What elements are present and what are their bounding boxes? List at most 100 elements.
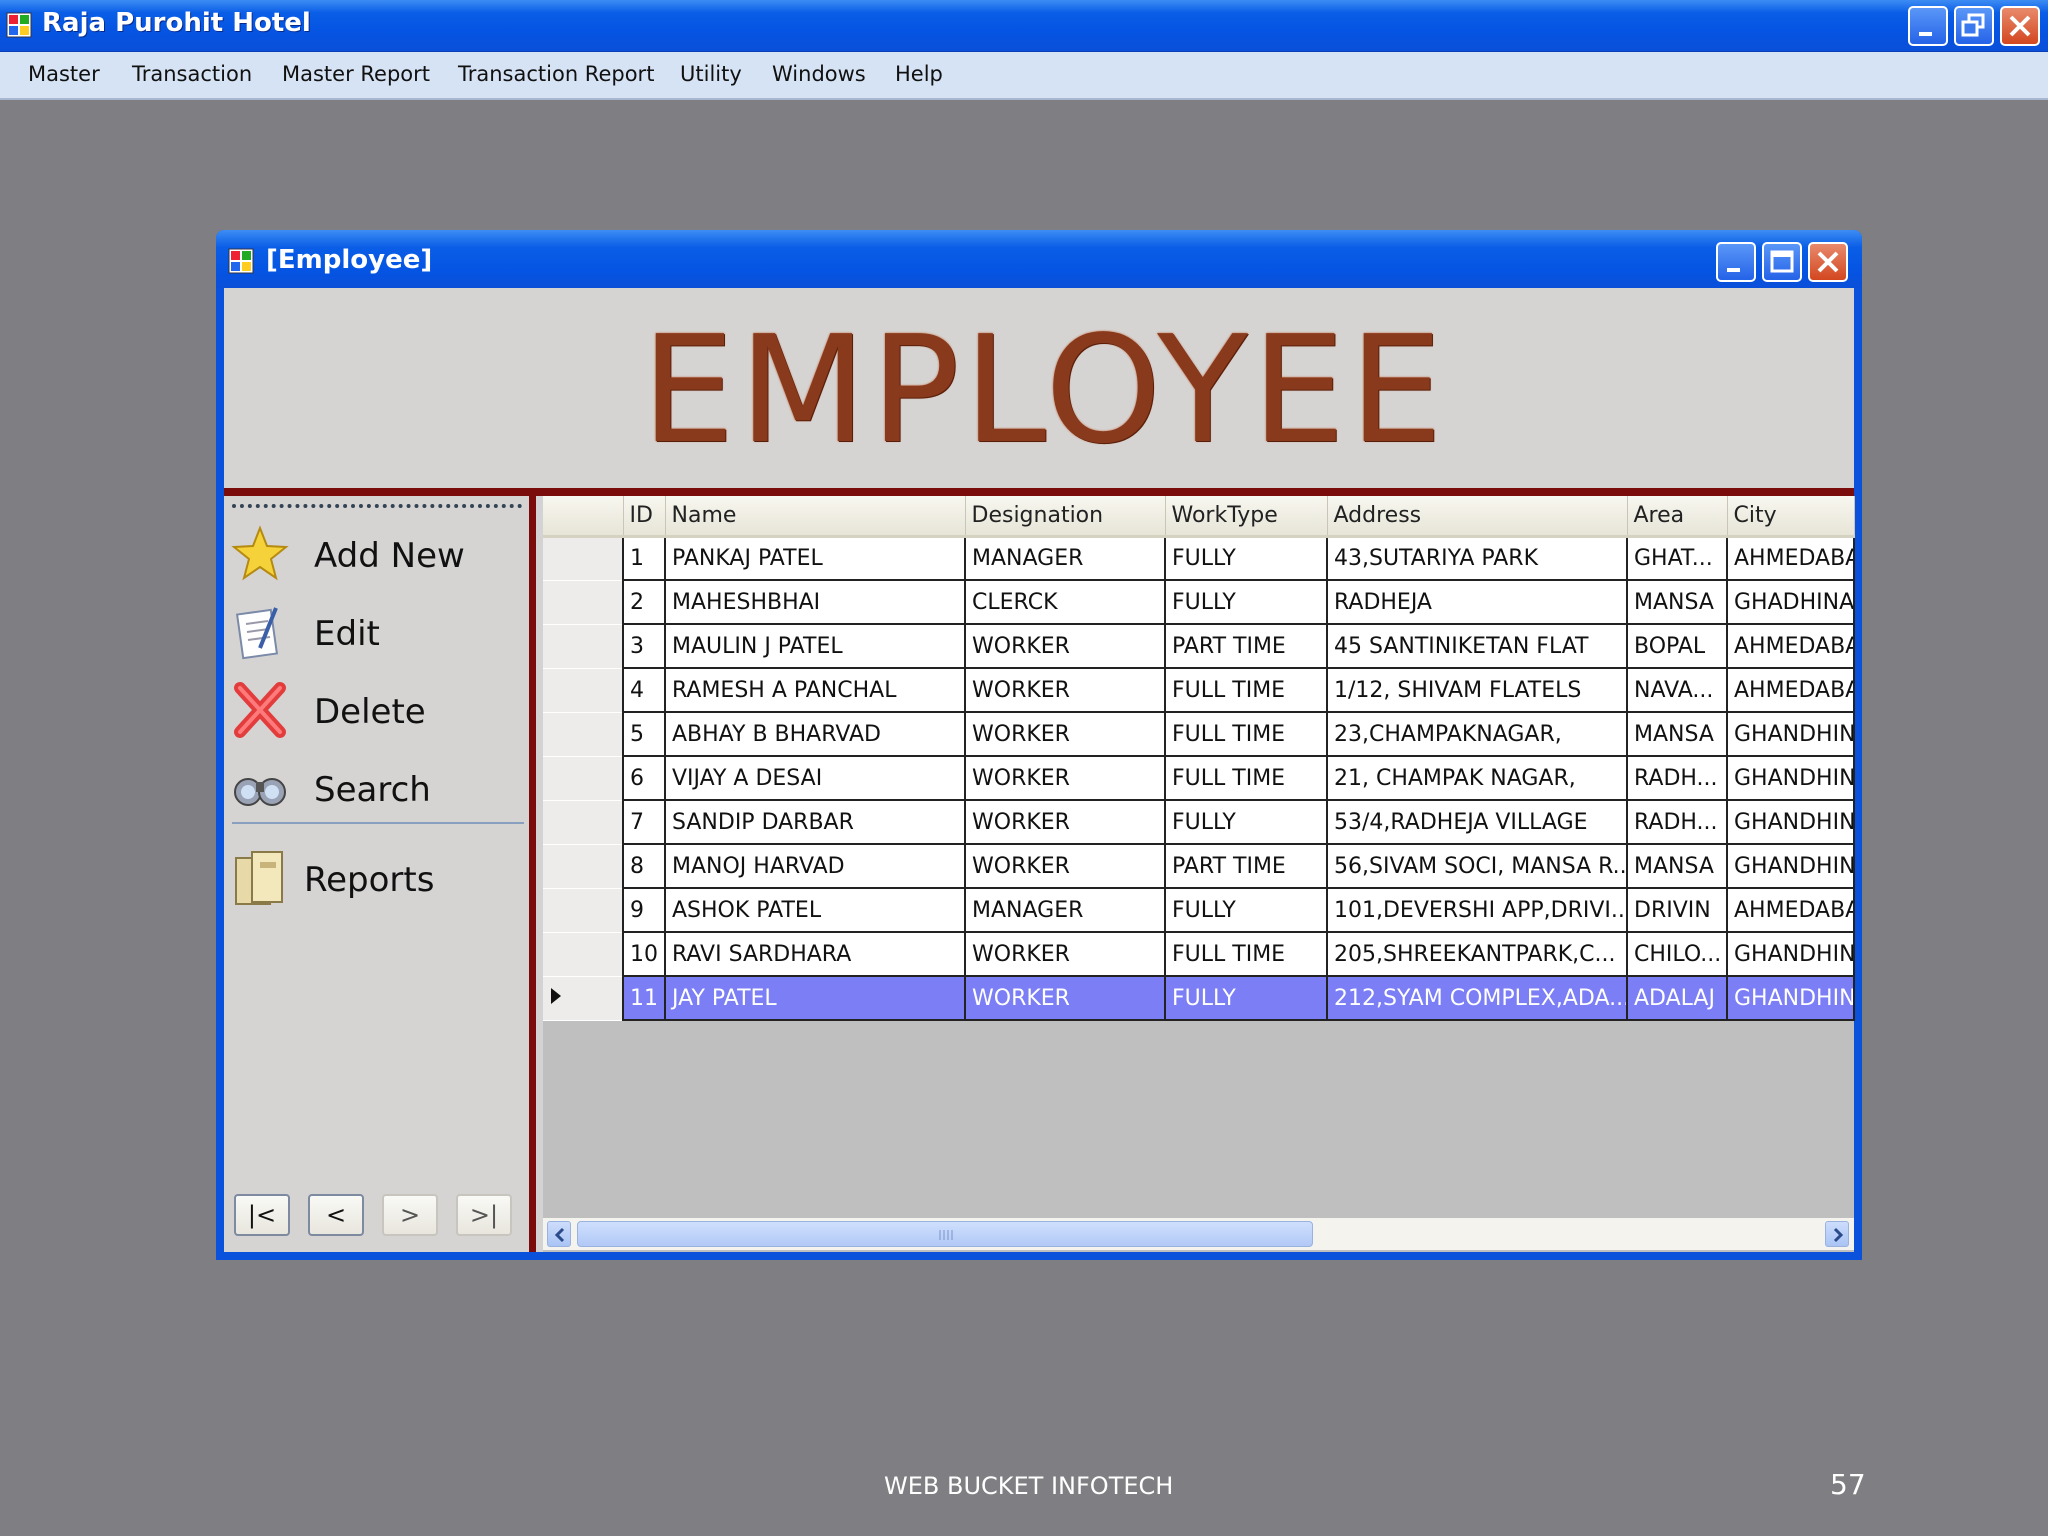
cell-city[interactable]: GHANDHIN bbox=[1726, 799, 1855, 845]
cell-designation[interactable]: WORKER bbox=[964, 975, 1166, 1021]
cell-address[interactable]: 21, CHAMPAK NAGAR, bbox=[1326, 755, 1628, 801]
column-header-address[interactable]: Address bbox=[1327, 496, 1628, 538]
cell-id[interactable]: 4 bbox=[622, 667, 666, 713]
column-header-designation[interactable]: Designation bbox=[965, 496, 1166, 538]
menu-help[interactable]: Help bbox=[895, 62, 943, 86]
column-header-id[interactable]: ID bbox=[623, 496, 666, 538]
cell-designation[interactable]: WORKER bbox=[964, 931, 1166, 977]
table-row[interactable]: 10 RAVI SARDHARA WORKER FULL TIME 205,SHREEK… bbox=[543, 931, 1855, 977]
cell-name[interactable]: MANOJ HARVAD bbox=[664, 843, 966, 889]
table-row[interactable]: 6 VIJAY A DESAI WORKER FULL TIME 21, CHAMPAK… bbox=[543, 755, 1855, 801]
delete-button[interactable]: Delete bbox=[230, 676, 526, 744]
cell-id[interactable]: 11 bbox=[622, 975, 666, 1021]
cell-name[interactable]: JAY PATEL bbox=[664, 975, 966, 1021]
table-row[interactable]: 8 MANOJ HARVAD WORKER PART TIME 56,SIVAM SOC… bbox=[543, 843, 1855, 889]
cell-address[interactable]: 56,SIVAM SOCI, MANSA R... bbox=[1326, 843, 1628, 889]
cell-address[interactable]: RADHEJA bbox=[1326, 579, 1628, 625]
cell-worktype[interactable]: PART TIME bbox=[1164, 843, 1328, 889]
cell-id[interactable]: 8 bbox=[622, 843, 666, 889]
cell-area[interactable]: RADH... bbox=[1626, 755, 1728, 801]
app-minimize-button[interactable] bbox=[1908, 6, 1948, 46]
cell-name[interactable]: RAMESH A PANCHAL bbox=[664, 667, 966, 713]
cell-id[interactable]: 9 bbox=[622, 887, 666, 933]
cell-worktype[interactable]: PART TIME bbox=[1164, 623, 1328, 669]
table-row[interactable]: 9 ASHOK PATEL MANAGER FULLY 101,DEVERSHI APP… bbox=[543, 887, 1855, 933]
menu-transaction[interactable]: Transaction bbox=[132, 62, 252, 86]
cell-id[interactable]: 6 bbox=[622, 755, 666, 801]
cell-worktype[interactable]: FULL TIME bbox=[1164, 931, 1328, 977]
cell-area[interactable]: ADALAJ bbox=[1626, 975, 1728, 1021]
cell-name[interactable]: SANDIP DARBAR bbox=[664, 799, 966, 845]
cell-worktype[interactable]: FULLY bbox=[1164, 535, 1328, 581]
column-header-city[interactable]: City bbox=[1727, 496, 1855, 538]
cell-city[interactable]: GHANDHIN bbox=[1726, 931, 1855, 977]
cell-city[interactable]: GHANDHIN bbox=[1726, 843, 1855, 889]
row-header[interactable] bbox=[543, 756, 623, 801]
row-header[interactable] bbox=[543, 580, 623, 625]
cell-city[interactable]: GHADHINA bbox=[1726, 579, 1855, 625]
table-row[interactable]: 11 JAY PATEL WORKER FULLY 212,SYAM COMPLEX,A… bbox=[543, 975, 1855, 1021]
row-header[interactable] bbox=[543, 976, 623, 1021]
nav-last-button[interactable]: >| bbox=[456, 1194, 512, 1236]
child-maximize-button[interactable] bbox=[1762, 242, 1802, 282]
cell-name[interactable]: MAULIN J PATEL bbox=[664, 623, 966, 669]
child-close-button[interactable] bbox=[1808, 242, 1848, 282]
cell-designation[interactable]: CLERCK bbox=[964, 579, 1166, 625]
nav-first-button[interactable]: |< bbox=[234, 1194, 290, 1236]
cell-name[interactable]: PANKAJ PATEL bbox=[664, 535, 966, 581]
cell-city[interactable]: AHMEDABA bbox=[1726, 623, 1855, 669]
cell-address[interactable]: 1/12, SHIVAM FLATELS bbox=[1326, 667, 1628, 713]
row-header[interactable] bbox=[543, 844, 623, 889]
cell-area[interactable]: CHILO... bbox=[1626, 931, 1728, 977]
nav-previous-button[interactable]: < bbox=[308, 1194, 364, 1236]
row-header[interactable] bbox=[543, 800, 623, 845]
cell-area[interactable]: GHAT... bbox=[1626, 535, 1728, 581]
cell-id[interactable]: 10 bbox=[622, 931, 666, 977]
menu-utility[interactable]: Utility bbox=[680, 62, 742, 86]
cell-address[interactable]: 101,DEVERSHI APP,DRIVI... bbox=[1326, 887, 1628, 933]
cell-id[interactable]: 1 bbox=[622, 535, 666, 581]
table-row[interactable]: 5 ABHAY B BHARVAD WORKER FULL TIME 23,CHAMPA… bbox=[543, 711, 1855, 757]
table-row[interactable]: 7 SANDIP DARBAR WORKER FULLY 53/4,RADHEJA VI… bbox=[543, 799, 1855, 845]
cell-name[interactable]: VIJAY A DESAI bbox=[664, 755, 966, 801]
nav-next-button[interactable]: > bbox=[382, 1194, 438, 1236]
cell-address[interactable]: 212,SYAM COMPLEX,ADA... bbox=[1326, 975, 1628, 1021]
cell-designation[interactable]: MANAGER bbox=[964, 535, 1166, 581]
cell-id[interactable]: 2 bbox=[622, 579, 666, 625]
cell-id[interactable]: 3 bbox=[622, 623, 666, 669]
cell-worktype[interactable]: FULLY bbox=[1164, 799, 1328, 845]
app-close-button[interactable] bbox=[2000, 6, 2040, 46]
row-header[interactable] bbox=[543, 624, 623, 669]
cell-area[interactable]: BOPAL bbox=[1626, 623, 1728, 669]
cell-designation[interactable]: WORKER bbox=[964, 755, 1166, 801]
table-row[interactable]: 3 MAULIN J PATEL WORKER PART TIME 45 SANTINI… bbox=[543, 623, 1855, 669]
column-header-area[interactable]: Area bbox=[1627, 496, 1728, 538]
cell-city[interactable]: AHMEDABA bbox=[1726, 667, 1855, 713]
row-header[interactable] bbox=[543, 536, 623, 581]
cell-area[interactable]: MANSA bbox=[1626, 579, 1728, 625]
search-button[interactable]: Search bbox=[230, 754, 526, 822]
cell-name[interactable]: ABHAY B BHARVAD bbox=[664, 711, 966, 757]
menu-windows[interactable]: Windows bbox=[772, 62, 866, 86]
row-header[interactable] bbox=[543, 668, 623, 713]
cell-address[interactable]: 45 SANTINIKETAN FLAT bbox=[1326, 623, 1628, 669]
column-header-name[interactable]: Name bbox=[665, 496, 966, 538]
cell-designation[interactable]: WORKER bbox=[964, 667, 1166, 713]
table-row[interactable]: 4 RAMESH A PANCHAL WORKER FULL TIME 1/12, SH… bbox=[543, 667, 1855, 713]
cell-area[interactable]: DRIVIN bbox=[1626, 887, 1728, 933]
cell-designation[interactable]: WORKER bbox=[964, 623, 1166, 669]
cell-designation[interactable]: WORKER bbox=[964, 843, 1166, 889]
cell-address[interactable]: 23,CHAMPAKNAGAR, bbox=[1326, 711, 1628, 757]
scroll-right-button[interactable] bbox=[1825, 1221, 1849, 1247]
table-row[interactable]: 1 PANKAJ PATEL MANAGER FULLY 43,SUTARIYA PAR… bbox=[543, 535, 1855, 581]
cell-name[interactable]: RAVI SARDHARA bbox=[664, 931, 966, 977]
scroll-left-button[interactable] bbox=[547, 1221, 571, 1247]
cell-area[interactable]: MANSA bbox=[1626, 711, 1728, 757]
cell-area[interactable]: MANSA bbox=[1626, 843, 1728, 889]
cell-area[interactable]: RADH... bbox=[1626, 799, 1728, 845]
cell-city[interactable]: GHANDHIN bbox=[1726, 755, 1855, 801]
cell-address[interactable]: 43,SUTARIYA PARK bbox=[1326, 535, 1628, 581]
cell-worktype[interactable]: FULLY bbox=[1164, 887, 1328, 933]
add-new-button[interactable]: Add New bbox=[230, 520, 526, 588]
cell-city[interactable]: GHANDHIN bbox=[1726, 711, 1855, 757]
